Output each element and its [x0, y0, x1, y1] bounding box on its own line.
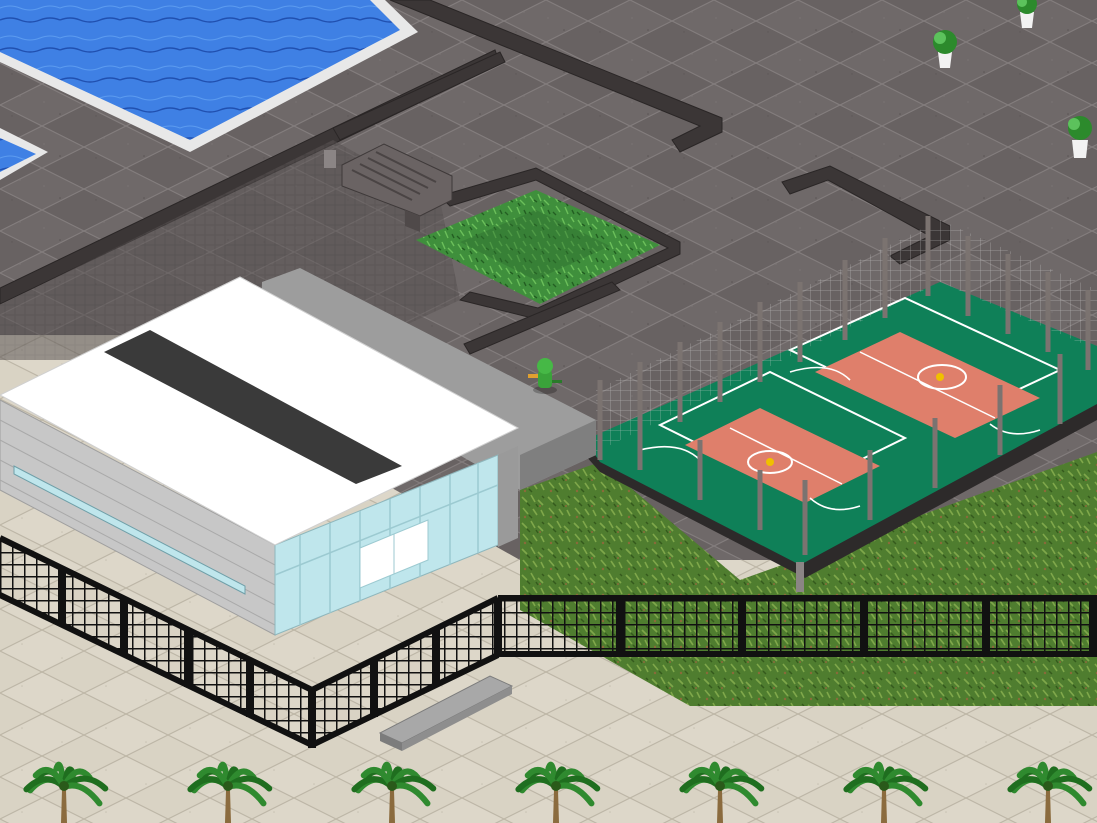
game-viewport[interactable] [0, 0, 1097, 823]
